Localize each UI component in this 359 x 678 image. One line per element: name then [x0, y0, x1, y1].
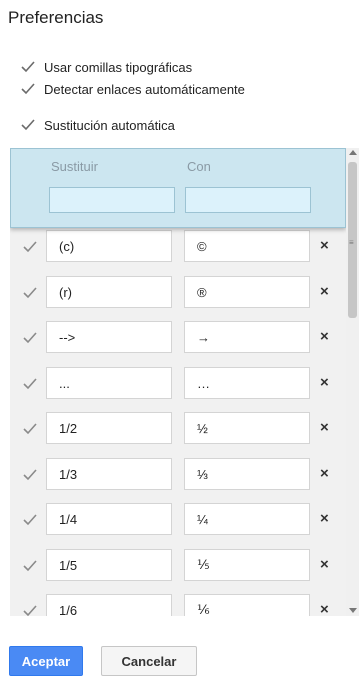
checkbox-checked-icon[interactable] — [22, 467, 38, 483]
column-header-replace: Sustituir — [51, 159, 98, 174]
with-field[interactable]: … — [184, 367, 310, 399]
table-row: --> → × — [10, 321, 346, 355]
checkbox-checked-icon[interactable] — [22, 421, 38, 437]
new-substitution-header: Sustituir Con — [10, 148, 346, 228]
table-row: 1/3 ⅓ × — [10, 458, 346, 492]
option-auto-substitution[interactable]: Sustitución automática — [20, 116, 175, 134]
with-field[interactable]: ® — [184, 276, 310, 308]
table-row: 1/2 ½ × — [10, 412, 346, 446]
checkbox-checked-icon[interactable] — [22, 512, 38, 528]
grip-icon: ≡ — [349, 238, 354, 247]
scrollbar[interactable]: ≡ — [346, 148, 359, 616]
scroll-down-arrow-icon[interactable] — [349, 608, 357, 613]
replace-field[interactable]: 1/6 — [46, 594, 172, 616]
delete-row-close-icon[interactable]: × — [320, 557, 329, 573]
delete-row-close-icon[interactable]: × — [320, 466, 329, 482]
with-field[interactable]: → — [184, 321, 310, 353]
table-row: 1/6 ⅙ × — [10, 594, 346, 616]
cancel-button[interactable]: Cancelar — [101, 646, 197, 676]
replace-field[interactable]: 1/3 — [46, 458, 172, 490]
replace-field[interactable]: (c) — [46, 230, 172, 262]
option-label: Detectar enlaces automáticamente — [44, 81, 245, 97]
delete-row-close-icon[interactable]: × — [320, 329, 329, 345]
option-typographic-quotes[interactable]: Usar comillas tipográficas — [20, 58, 192, 76]
delete-row-close-icon[interactable]: × — [320, 284, 329, 300]
replace-field[interactable]: --> — [46, 321, 172, 353]
table-row: ... … × — [10, 367, 346, 401]
table-row: 1/5 ⅕ × — [10, 549, 346, 583]
new-replace-input[interactable] — [49, 187, 175, 213]
checkbox-checked-icon[interactable] — [22, 330, 38, 346]
checkbox-checked-icon[interactable] — [20, 117, 36, 133]
new-with-input[interactable] — [185, 187, 311, 213]
delete-row-close-icon[interactable]: × — [320, 375, 329, 391]
delete-row-close-icon[interactable]: × — [320, 602, 329, 617]
with-field[interactable]: ⅙ — [184, 594, 310, 616]
checkbox-checked-icon[interactable] — [22, 603, 38, 616]
delete-row-close-icon[interactable]: × — [320, 238, 329, 254]
replace-field[interactable]: 1/2 — [46, 412, 172, 444]
delete-row-close-icon[interactable]: × — [320, 511, 329, 527]
option-label: Usar comillas tipográficas — [44, 59, 193, 75]
option-detect-links[interactable]: Detectar enlaces automáticamente — [20, 80, 245, 98]
replace-field[interactable]: (r) — [46, 276, 172, 308]
table-row: (c) © × — [10, 230, 346, 264]
substitution-list: (c) © × (r) ® × --> → ×... … × 1/2 ½ × 1/3 ⅓ × 1/4 ¼ × 1/5 ⅕ ×… — [10, 148, 346, 616]
option-label: Sustitución automática — [44, 117, 175, 133]
with-field[interactable]: ¼ — [184, 503, 310, 535]
delete-row-close-icon[interactable]: × — [320, 420, 329, 436]
table-row: 1/4 ¼ × — [10, 503, 346, 537]
replace-field[interactable]: 1/5 — [46, 549, 172, 581]
with-field[interactable]: ⅕ — [184, 549, 310, 581]
table-row: (r) ® × — [10, 276, 346, 310]
page-title: Preferencias — [8, 8, 104, 27]
checkbox-checked-icon[interactable] — [20, 59, 36, 75]
checkbox-checked-icon[interactable] — [20, 81, 36, 97]
checkbox-checked-icon[interactable] — [22, 558, 38, 574]
checkbox-checked-icon[interactable] — [22, 239, 38, 255]
replace-field[interactable]: 1/4 — [46, 503, 172, 535]
column-header-with: Con — [187, 159, 211, 174]
checkbox-checked-icon[interactable] — [22, 376, 38, 392]
checkbox-checked-icon[interactable] — [22, 285, 38, 301]
with-field[interactable]: © — [184, 230, 310, 262]
replace-field[interactable]: ... — [46, 367, 172, 399]
scroll-up-arrow-icon[interactable] — [349, 150, 357, 155]
with-field[interactable]: ⅓ — [184, 458, 310, 490]
accept-button[interactable]: Aceptar — [9, 646, 83, 676]
with-field[interactable]: ½ — [184, 412, 310, 444]
